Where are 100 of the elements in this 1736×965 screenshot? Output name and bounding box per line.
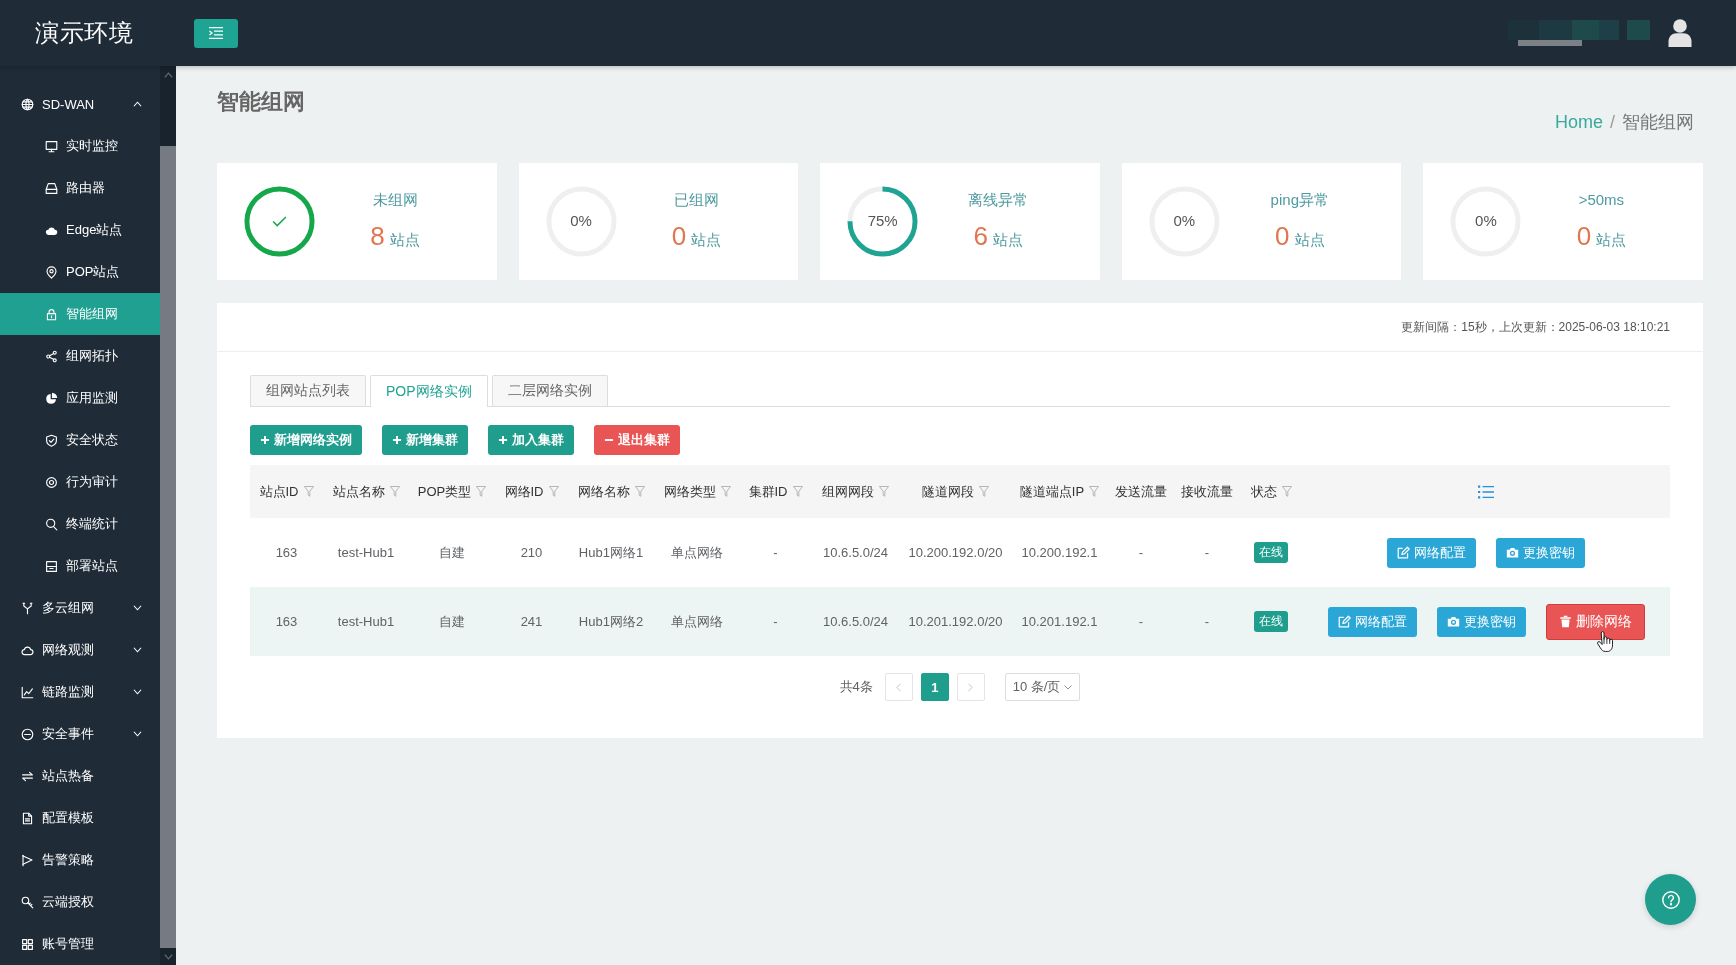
prev-page-button[interactable] — [884, 673, 913, 701]
column-header[interactable]: 站点名称 — [332, 482, 400, 501]
sidebar-item[interactable]: 行为审计 — [0, 461, 160, 503]
table-cell: 单点网络 — [671, 613, 723, 629]
sidebar-item[interactable]: 链路监测 — [0, 671, 160, 713]
column-header[interactable]: 状态 — [1250, 482, 1292, 501]
filter-icon[interactable] — [1281, 486, 1292, 497]
breadcrumb-separator: / — [1610, 111, 1615, 134]
column-header[interactable]: 站点ID — [259, 482, 314, 501]
sidebar-item[interactable]: 安全状态 — [0, 419, 160, 461]
column-header[interactable]: 集群ID — [748, 482, 803, 501]
sidebar-item[interactable]: 多云组网 — [0, 587, 160, 629]
status-tag: 在线 — [1254, 542, 1288, 563]
hand-cursor-icon — [1595, 630, 1613, 653]
page-size-select[interactable]: 10 条/页 — [1004, 673, 1081, 701]
chevron-up-icon[interactable] — [163, 72, 173, 78]
table-cell: 241 — [520, 614, 543, 629]
column-header[interactable]: 发送流量 — [1115, 482, 1167, 501]
percent-label: 75% — [866, 211, 899, 231]
pie-chart-icon — [45, 391, 58, 405]
stat-unit: 站点 — [992, 230, 1023, 248]
target-icon — [45, 475, 58, 489]
table-cell: 163 — [275, 614, 298, 629]
table-cell: 210 — [520, 545, 543, 560]
sidebar-item[interactable]: POP站点 — [0, 251, 160, 293]
map-pin-icon — [45, 265, 58, 279]
next-page-button[interactable] — [956, 673, 985, 701]
sidebar-item[interactable]: Edge站点 — [0, 209, 160, 251]
stat-label: 未组网 — [372, 190, 418, 208]
stat-count: 6 — [973, 220, 988, 251]
sidebar-item[interactable]: 安全事件 — [0, 713, 160, 755]
filter-icon[interactable] — [476, 486, 487, 497]
filter-icon[interactable] — [389, 486, 400, 497]
filter-icon[interactable] — [548, 486, 559, 497]
chevron-left-icon — [896, 682, 902, 692]
column-header[interactable]: 隧道端点IP — [1019, 482, 1100, 501]
stat-label: 已组网 — [674, 190, 720, 208]
user-icon[interactable] — [1668, 19, 1692, 47]
tab[interactable]: 二层网络实例 — [491, 375, 608, 406]
camera-icon — [1446, 615, 1460, 628]
column-header[interactable]: POP类型 — [417, 482, 487, 501]
plus-icon — [392, 435, 402, 445]
sidebar-item[interactable]: 站点热备 — [0, 755, 160, 797]
sidebar-item[interactable]: 告警策略 — [0, 839, 160, 881]
table-cell: - — [1138, 614, 1144, 629]
list-icon[interactable] — [1478, 485, 1494, 500]
toolbar-button[interactable]: 退出集群 — [594, 425, 680, 455]
column-header[interactable]: 网络名称 — [577, 482, 645, 501]
table-cell: - — [773, 545, 778, 560]
filter-icon[interactable] — [303, 486, 314, 497]
sidebar-item[interactable]: SD-WAN — [0, 83, 160, 125]
filter-icon[interactable] — [792, 486, 803, 497]
table-cell: 自建 — [439, 613, 465, 629]
plus-icon — [260, 435, 270, 445]
sidebar-item[interactable]: 终端统计 — [0, 503, 160, 545]
camera-icon — [1506, 546, 1519, 559]
sidebar-item[interactable]: 网络观测 — [0, 629, 160, 671]
key-icon — [21, 895, 34, 909]
stat-label: 离线异常 — [968, 190, 1029, 208]
filter-icon[interactable] — [634, 486, 645, 497]
stat-unit: 站点 — [1294, 230, 1325, 248]
help-icon — [1661, 890, 1680, 909]
column-header[interactable]: 隧道网段 — [922, 482, 989, 501]
page-title: 智能组网 — [217, 88, 305, 116]
column-header[interactable]: 网络ID — [504, 482, 559, 501]
sidebar-item[interactable]: 组网拓扑 — [0, 335, 160, 377]
sidebar-item[interactable]: 配置模板 — [0, 797, 160, 839]
table-cell: 10.6.5.0/24 — [822, 614, 889, 629]
sidebar-item[interactable]: 实时监控 — [0, 125, 160, 167]
filter-icon[interactable] — [979, 486, 989, 497]
fork-icon — [21, 601, 34, 615]
edit-icon — [1397, 546, 1410, 559]
table-cell: 10.6.5.0/24 — [822, 545, 889, 560]
sidebar-item[interactable]: 账号管理 — [0, 923, 160, 965]
sidebar-item[interactable]: 应用监测 — [0, 377, 160, 419]
column-header[interactable]: 接收流量 — [1181, 482, 1233, 501]
table-cell: 10.200.192.1 — [1021, 545, 1098, 560]
lock-icon — [45, 307, 58, 321]
help-button[interactable] — [1645, 874, 1696, 925]
tab[interactable]: 组网站点列表 — [250, 375, 366, 406]
sidebar-item[interactable]: 部署站点 — [0, 545, 160, 587]
column-header[interactable]: 组网网段 — [822, 482, 889, 501]
column-header[interactable]: 网络类型 — [663, 482, 731, 501]
shield-check-icon — [45, 433, 58, 447]
table-cell: 163 — [275, 545, 298, 560]
menu-toggle-button[interactable] — [194, 18, 238, 48]
check-icon — [272, 216, 287, 227]
chevron-down-icon[interactable] — [163, 954, 173, 960]
document-icon — [21, 811, 34, 825]
table-cell: 10.201.192.0/20 — [908, 614, 1003, 629]
sidebar-item[interactable]: 云端授权 — [0, 881, 160, 923]
percent-label: 0% — [1474, 211, 1498, 231]
sidebar-item[interactable]: 路由器 — [0, 167, 160, 209]
total-count: 共4条 — [839, 678, 873, 696]
table-cell: test-Hub1 — [337, 614, 395, 629]
filter-icon[interactable] — [1089, 486, 1100, 497]
table-cell: - — [1204, 614, 1210, 629]
filter-icon[interactable] — [720, 486, 731, 497]
action-button[interactable]: 删除网络 — [1545, 603, 1645, 640]
filter-icon[interactable] — [879, 486, 889, 497]
